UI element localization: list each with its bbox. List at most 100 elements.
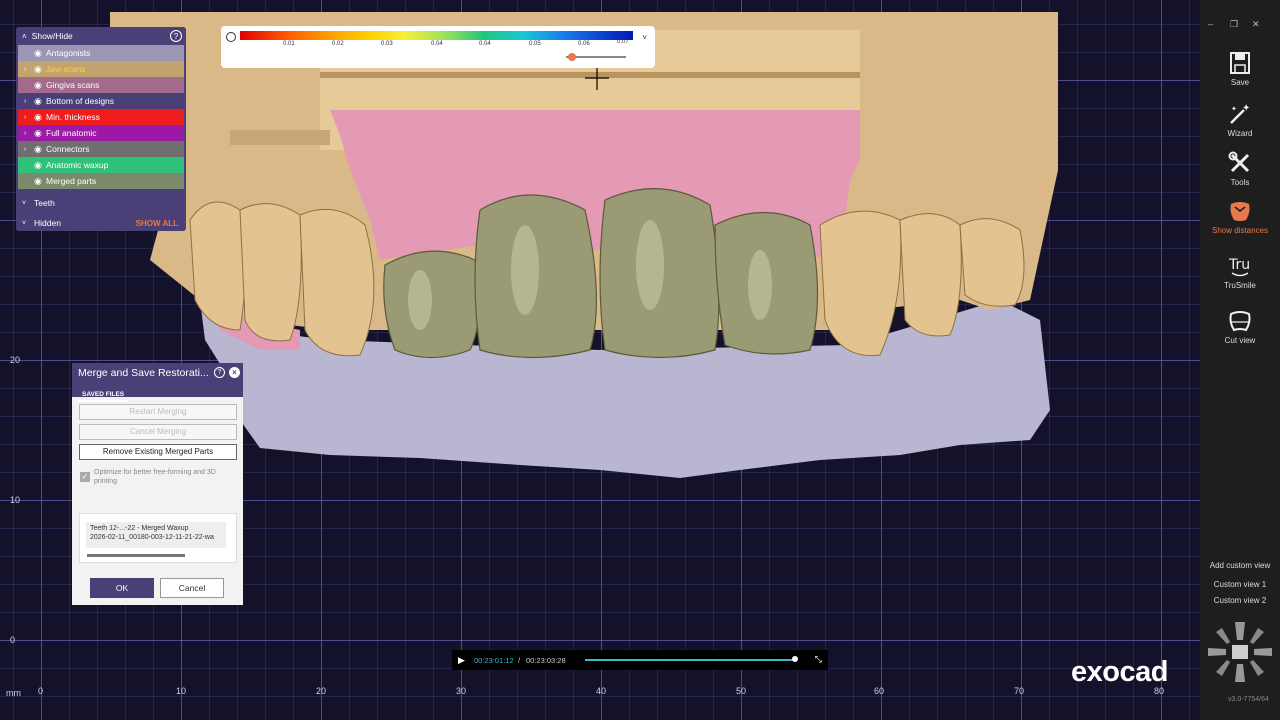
- tab-saved-files[interactable]: SAVED FILES: [78, 389, 129, 402]
- optimize-label: Optimize for better free-forming and 3D …: [94, 469, 216, 485]
- tools-button[interactable]: Tools: [1200, 150, 1280, 187]
- layer-label: Anatomic waxup: [46, 160, 109, 170]
- layer-list: ◉ Antagonists › ◉ Jaw scans ◉ Gingiva scans › ◉ B…: [16, 45, 186, 189]
- layer-row[interactable]: › ◉ Min. thickness: [18, 109, 184, 125]
- layer-row[interactable]: ◉ Antagonists: [18, 45, 184, 61]
- x-axis-label: 70: [1014, 686, 1025, 696]
- show-distances-label: Show distances: [1211, 226, 1269, 235]
- file-path: 2026-02-11_00180-003-12-11-21-22-wa: [90, 534, 214, 541]
- restart-merging-button[interactable]: Restart Merging: [79, 404, 237, 420]
- tools-icon: [1228, 151, 1250, 173]
- layer-label: Gingiva scans: [46, 80, 100, 90]
- chevron-right-icon[interactable]: ›: [24, 146, 34, 153]
- add-custom-view-button[interactable]: Add custom view: [1200, 561, 1280, 570]
- scale-tick: 0.04: [479, 41, 491, 47]
- cut-view-button[interactable]: Cut view: [1200, 308, 1280, 345]
- y-axis-label: 20: [10, 355, 21, 365]
- chevron-down-icon[interactable]: ˅: [642, 33, 647, 42]
- help-icon[interactable]: ?: [214, 367, 225, 378]
- restore-icon[interactable]: ❐: [1230, 19, 1238, 30]
- eye-icon[interactable]: ◉: [34, 80, 46, 91]
- show-hide-header[interactable]: ˄ Show/Hide: [16, 27, 186, 45]
- layer-row[interactable]: › ◉ Connectors: [18, 141, 184, 157]
- x-axis-label: 30: [456, 686, 467, 696]
- eye-icon[interactable]: ◉: [34, 112, 46, 123]
- horizontal-scrollbar[interactable]: [87, 554, 185, 557]
- gauge-icon[interactable]: [226, 32, 236, 42]
- view-navigation-cube[interactable]: [1206, 620, 1274, 684]
- eye-icon[interactable]: ◉: [34, 48, 46, 59]
- scale-tick: 0.04: [431, 41, 443, 47]
- y-axis-label: 0: [10, 635, 16, 645]
- remove-merged-parts-button[interactable]: Remove Existing Merged Parts: [79, 444, 237, 460]
- dialog-title-bar: Merge and Save Restorati... ? ×: [72, 363, 243, 383]
- custom-view-1-button[interactable]: Custom view 1: [1200, 580, 1280, 589]
- exocad-logo: exocad: [1071, 656, 1168, 688]
- optimize-checkbox[interactable]: ✓: [80, 472, 90, 482]
- file-name: Teeth 12-...-22 - Merged Waxup: [90, 525, 189, 532]
- close-window-icon[interactable]: ✕: [1252, 19, 1260, 30]
- trusmile-icon: Tru: [1228, 257, 1250, 277]
- chevron-down-icon[interactable]: ˅: [22, 200, 34, 207]
- eye-icon[interactable]: ◉: [34, 176, 46, 187]
- dialog-tab-bar: SAVED FILES: [72, 383, 243, 402]
- chevron-right-icon[interactable]: ›: [24, 130, 34, 137]
- eye-icon[interactable]: ◉: [34, 144, 46, 155]
- show-all-button[interactable]: SHOW ALL: [136, 219, 178, 228]
- total-time: 00:23:03:28: [526, 656, 566, 665]
- eye-icon[interactable]: ◉: [34, 160, 46, 171]
- save-button[interactable]: Save: [1200, 50, 1280, 87]
- teeth-section[interactable]: ˅ Teeth: [16, 193, 186, 213]
- hidden-label: Hidden: [34, 218, 61, 228]
- custom-view-2-button[interactable]: Custom view 2: [1200, 596, 1280, 605]
- show-distances-icon: [1230, 202, 1250, 221]
- merge-save-dialog: Merge and Save Restorati... ? × SAVED FI…: [72, 363, 243, 605]
- fullscreen-icon[interactable]: ⤡: [815, 654, 822, 665]
- trusmile-button[interactable]: Tru TruSmile: [1200, 253, 1280, 290]
- svg-text:✦: ✦: [1231, 105, 1237, 113]
- x-axis-label: 0: [38, 686, 44, 696]
- layer-row[interactable]: › ◉ Full anatomic: [18, 125, 184, 141]
- wizard-button[interactable]: ✦ ✦ Wizard: [1200, 101, 1280, 138]
- svg-text:✦: ✦: [1242, 103, 1250, 114]
- scale-tick: 0.05: [529, 41, 541, 47]
- layer-row[interactable]: › ◉ Jaw scans: [18, 61, 184, 77]
- collapse-icon[interactable]: ˄: [22, 32, 27, 41]
- play-icon[interactable]: ▶: [458, 655, 465, 666]
- eye-icon[interactable]: ◉: [34, 96, 46, 107]
- cancel-merging-button[interactable]: Cancel Merging: [79, 424, 237, 440]
- threshold-slider-handle[interactable]: [568, 53, 576, 61]
- show-hide-panel: ˄ Show/Hide ? ◉ Antagonists › ◉ Jaw scans ◉ Gi…: [16, 27, 186, 231]
- chevron-down-icon[interactable]: ˅: [22, 220, 34, 227]
- video-progress-track[interactable]: [585, 659, 795, 661]
- cut-view-icon: [1229, 311, 1251, 332]
- cancel-button[interactable]: Cancel: [160, 578, 224, 598]
- layer-row[interactable]: › ◉ Bottom of designs: [18, 93, 184, 109]
- close-icon[interactable]: ×: [229, 367, 240, 378]
- layer-row[interactable]: ◉ Anatomic waxup: [18, 157, 184, 173]
- saved-files-list: Teeth 12-...-22 - Merged Waxup 2026-02-1…: [79, 513, 237, 563]
- tools-label: Tools: [1230, 178, 1250, 187]
- teeth-label: Teeth: [34, 198, 55, 208]
- eye-icon[interactable]: ◉: [34, 128, 46, 139]
- video-progress-handle[interactable]: [792, 656, 798, 662]
- chevron-right-icon[interactable]: ›: [24, 66, 34, 73]
- layer-label: Connectors: [46, 144, 90, 154]
- x-axis-label: 40: [596, 686, 607, 696]
- list-item[interactable]: Teeth 12-...-22 - Merged Waxup 2026-02-1…: [86, 522, 226, 548]
- help-icon[interactable]: ?: [170, 30, 182, 42]
- chevron-right-icon[interactable]: ›: [24, 98, 34, 105]
- layer-row[interactable]: ◉ Merged parts: [18, 173, 184, 189]
- show-distances-button[interactable]: Show distances: [1200, 198, 1280, 235]
- ok-button[interactable]: OK: [90, 578, 154, 598]
- eye-icon[interactable]: ◉: [34, 64, 46, 75]
- dialog-title: Merge and Save Restorati...: [78, 367, 209, 379]
- chevron-right-icon[interactable]: ›: [24, 114, 34, 121]
- scale-tick: 0.02: [332, 41, 344, 47]
- current-time: 00:23:01:12: [474, 656, 514, 665]
- minimize-icon[interactable]: –: [1208, 19, 1213, 29]
- hidden-section[interactable]: ˅ Hidden SHOW ALL: [16, 213, 186, 231]
- layer-label: Bottom of designs: [46, 96, 115, 106]
- show-hide-title: Show/Hide: [31, 31, 73, 41]
- layer-row[interactable]: ◉ Gingiva scans: [18, 77, 184, 93]
